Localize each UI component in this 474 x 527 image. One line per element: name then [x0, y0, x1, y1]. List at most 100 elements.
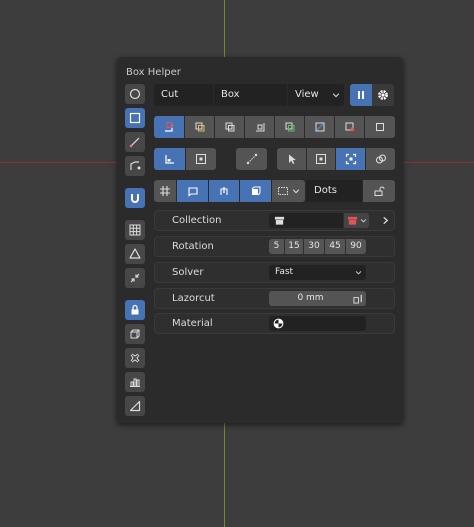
- face-arrow-icon: [187, 187, 198, 197]
- op-intersect-button[interactable]: [275, 116, 304, 138]
- box-intersect-icon: [285, 122, 294, 132]
- chevron-right-icon[interactable]: [381, 216, 390, 225]
- measure-button[interactable]: [236, 148, 267, 170]
- snap-button[interactable]: [125, 188, 145, 208]
- circle-shape-button[interactable]: [125, 84, 145, 104]
- rotation-row: Rotation 5 15 30 45 90: [154, 236, 395, 257]
- array-button[interactable]: [125, 372, 145, 392]
- link-button[interactable]: [366, 148, 395, 170]
- material-row: Material: [154, 313, 395, 334]
- dotted-box-icon: [278, 187, 288, 195]
- box-extract-icon: [345, 122, 354, 131]
- unlock-button[interactable]: [363, 180, 395, 202]
- select-frame-button[interactable]: [336, 148, 365, 170]
- op-knife-button[interactable]: [305, 116, 334, 138]
- select-button[interactable]: [277, 148, 306, 170]
- hash-grid-icon: [160, 186, 170, 196]
- origin-center-button[interactable]: [186, 148, 216, 170]
- corner-origin-icon: [164, 155, 174, 164]
- box-helper-panel: Box Helper Cut Box View Dots Collection …: [117, 57, 403, 423]
- op-cut-button[interactable]: [154, 116, 184, 138]
- custom-shape-icon: [129, 248, 141, 259]
- cube-button[interactable]: [125, 324, 145, 344]
- op-slice-button[interactable]: [185, 116, 214, 138]
- shape-type-dropdown[interactable]: [272, 180, 305, 202]
- unlock-icon: [374, 186, 385, 196]
- grid-button[interactable]: [125, 220, 145, 240]
- pause-icon: [358, 91, 364, 99]
- square-icon: [129, 112, 141, 124]
- lock-icon: [131, 304, 139, 315]
- shape-field[interactable]: Box: [214, 84, 287, 106]
- grid-snap-button[interactable]: [154, 180, 176, 202]
- box-dot-icon: [196, 154, 206, 164]
- solver-value: Fast: [275, 267, 294, 277]
- bevel-button[interactable]: [125, 396, 145, 416]
- extrude-helper-button[interactable]: [209, 180, 239, 202]
- wedge-icon: [129, 400, 141, 412]
- rotation-30-button[interactable]: 30: [304, 239, 324, 254]
- dots-field[interactable]: Dots: [306, 180, 362, 202]
- shrink-icon: [130, 273, 140, 283]
- knife-button[interactable]: [125, 132, 145, 152]
- panel-title: Box Helper: [126, 67, 181, 78]
- op-make-button[interactable]: [365, 116, 395, 138]
- circle-icon: [129, 88, 141, 100]
- solver-dropdown[interactable]: Fast: [269, 265, 366, 280]
- lock-button[interactable]: [125, 300, 145, 320]
- collection-icon: [274, 216, 285, 225]
- orient-dropdown[interactable]: View: [288, 84, 344, 106]
- dots-button[interactable]: [125, 348, 145, 368]
- collection-icon: [347, 216, 358, 225]
- select-box-button[interactable]: [307, 148, 335, 170]
- collection-row: Collection: [154, 210, 395, 231]
- collection-label: Collection: [172, 215, 222, 226]
- mode-field[interactable]: Cut: [154, 84, 213, 106]
- face-helper-button[interactable]: [177, 180, 208, 202]
- custom-shape-button[interactable]: [125, 244, 145, 264]
- measure-icon: [246, 153, 257, 165]
- filled-cube-icon: [251, 186, 260, 196]
- solver-row: Solver Fast: [154, 262, 395, 283]
- gear-icon: [378, 90, 388, 100]
- snap-magnet-icon: [131, 194, 139, 203]
- op-inset-button[interactable]: [245, 116, 274, 138]
- box-shape-button[interactable]: [125, 108, 145, 128]
- lazorcut-field[interactable]: 0 mm: [269, 291, 352, 306]
- box-dot-icon: [316, 154, 326, 164]
- chevron-down-icon: [332, 93, 340, 98]
- op-union-button[interactable]: [215, 116, 244, 138]
- rotation-90-button[interactable]: 90: [346, 239, 366, 254]
- box-inset-icon: [255, 123, 264, 132]
- shrink-button[interactable]: [125, 268, 145, 288]
- rotation-15-button[interactable]: 15: [285, 239, 303, 254]
- chevron-down-icon: [360, 219, 367, 223]
- collection-field[interactable]: [269, 213, 343, 228]
- lazorcut-toggle[interactable]: [352, 291, 366, 306]
- box-slice-icon: [195, 122, 204, 132]
- lazorcut-label: Lazorcut: [172, 293, 215, 304]
- dots-icon: [130, 353, 140, 363]
- collection-browse-button[interactable]: [344, 213, 369, 228]
- box-helper-button[interactable]: [240, 180, 271, 202]
- box-knife-icon: [315, 122, 324, 132]
- settings-button[interactable]: [372, 84, 394, 106]
- grid-icon: [129, 224, 141, 236]
- rotation-5-button[interactable]: 5: [269, 239, 284, 254]
- box-union-icon: [225, 122, 234, 132]
- ngon-button[interactable]: [125, 156, 145, 176]
- op-extract-button[interactable]: [335, 116, 364, 138]
- rotation-45-button[interactable]: 45: [325, 239, 345, 254]
- knife-icon: [129, 137, 140, 148]
- pause-button[interactable]: [350, 84, 372, 106]
- extrude-icon: [220, 187, 228, 195]
- bars-icon: [130, 378, 140, 387]
- rotation-label: Rotation: [172, 241, 214, 252]
- lazorcut-row: Lazorcut 0 mm: [154, 288, 395, 309]
- lazorcut-value: 0 mm: [297, 293, 324, 303]
- material-label: Material: [172, 318, 213, 329]
- pointer-icon: [288, 154, 296, 164]
- orient-value: View: [295, 89, 319, 100]
- material-field[interactable]: [269, 316, 366, 331]
- origin-corner-button[interactable]: [154, 148, 185, 170]
